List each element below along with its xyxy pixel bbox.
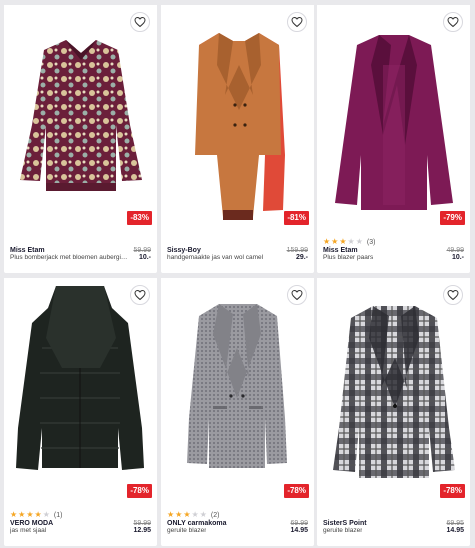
favorite-button[interactable]	[287, 12, 307, 32]
product-description: handgemaakte jas van wol camel	[167, 254, 264, 261]
product-info[interactable]: Sissy-Boy 159.99 handgemaakte jas van wo…	[161, 237, 314, 273]
old-price: 69.99	[290, 520, 308, 527]
brand-name: VERO MODA	[10, 520, 54, 527]
sale-price: 14.95	[290, 527, 308, 534]
product-description: geruite blazer	[323, 527, 363, 534]
product-card[interactable]: -83% Miss Etam 59.99 Plus bomberjack met…	[4, 5, 157, 273]
product-info[interactable]: ★ ★ ★ ★ ★ (3) Miss Etam 49.99 Plus blazer paa…	[317, 237, 470, 273]
product-card[interactable]: -78% ★ ★ ★ ★ ★ (2) ONLY carmakoma 69.99 gerui…	[161, 278, 314, 546]
heart-icon	[447, 16, 459, 28]
old-price: 59.99	[133, 520, 151, 527]
product-image[interactable]	[317, 5, 470, 233]
review-count: (1)	[53, 511, 63, 519]
star-icon: ★	[18, 510, 26, 519]
discount-badge: -78%	[127, 484, 152, 498]
star-icon: ★	[175, 510, 183, 519]
heart-icon	[447, 289, 459, 301]
sale-price: 14.95	[446, 527, 464, 534]
discount-badge: -78%	[440, 484, 465, 498]
favorite-button[interactable]	[443, 285, 463, 305]
star-icon: ★	[339, 237, 347, 246]
rating	[323, 510, 464, 520]
product-description: geruite blazer	[167, 527, 207, 534]
star-icon: ★	[323, 237, 331, 246]
rating	[167, 237, 308, 247]
star-icon: ★	[42, 510, 50, 519]
brand-name: ONLY carmakoma	[167, 520, 227, 527]
old-price: 59.99	[133, 247, 151, 254]
sale-price: 10.-	[451, 254, 464, 261]
sale-price: 29.-	[295, 254, 308, 261]
favorite-button[interactable]	[287, 285, 307, 305]
discount-badge: -79%	[440, 211, 465, 225]
review-count: (3)	[366, 238, 376, 246]
sale-price: 10.-	[138, 254, 151, 261]
product-card[interactable]: -79% ★ ★ ★ ★ ★ (3) Miss Etam 49.99 Plus blaze…	[317, 5, 470, 273]
discount-badge: -83%	[127, 211, 152, 225]
product-description: jas met sjaal	[10, 527, 47, 534]
star-icon: ★	[167, 510, 175, 519]
product-card[interactable]: -81% Sissy-Boy 159.99 handgemaakte jas v…	[161, 5, 314, 273]
star-icon: ★	[183, 510, 191, 519]
favorite-button[interactable]	[130, 285, 150, 305]
product-image[interactable]	[4, 278, 157, 506]
star-icon: ★	[34, 510, 42, 519]
star-icon: ★	[26, 510, 34, 519]
rating	[10, 237, 151, 247]
heart-icon	[134, 289, 146, 301]
product-info[interactable]: Miss Etam 59.99 Plus bomberjack met bloe…	[4, 237, 157, 273]
product-description: Plus blazer paars	[323, 254, 374, 261]
product-grid: -83% Miss Etam 59.99 Plus bomberjack met…	[0, 0, 475, 548]
rating: ★ ★ ★ ★ ★ (1)	[10, 510, 151, 520]
brand-name: SisterS Point	[323, 520, 367, 527]
old-price: 159.99	[286, 247, 308, 254]
product-image[interactable]	[317, 278, 470, 506]
old-price: 69.95	[446, 520, 464, 527]
rating: ★ ★ ★ ★ ★ (2)	[167, 510, 308, 520]
star-icon: ★	[191, 510, 199, 519]
heart-icon	[291, 289, 303, 301]
star-icon: ★	[355, 237, 363, 246]
star-icon: ★	[331, 237, 339, 246]
discount-badge: -81%	[284, 211, 309, 225]
product-image[interactable]	[161, 5, 314, 233]
product-card[interactable]: -78% SisterS Point 69.95 geruite blazer …	[317, 278, 470, 546]
product-image[interactable]	[161, 278, 314, 506]
sale-price: 12.95	[133, 527, 151, 534]
product-info[interactable]: ★ ★ ★ ★ ★ (2) ONLY carmakoma 69.99 geruite bl…	[161, 510, 314, 546]
old-price: 49.99	[446, 247, 464, 254]
rating: ★ ★ ★ ★ ★ (3)	[323, 237, 464, 247]
brand-name: Miss Etam	[10, 247, 45, 254]
brand-name: Sissy-Boy	[167, 247, 201, 254]
star-icon: ★	[199, 510, 207, 519]
favorite-button[interactable]	[443, 12, 463, 32]
star-icon: ★	[10, 510, 18, 519]
heart-icon	[134, 16, 146, 28]
star-icon: ★	[347, 237, 355, 246]
product-image[interactable]	[4, 5, 157, 233]
brand-name: Miss Etam	[323, 247, 358, 254]
discount-badge: -78%	[284, 484, 309, 498]
heart-icon	[291, 16, 303, 28]
product-description: Plus bomberjack met bloemen aubergine	[10, 254, 128, 261]
product-info[interactable]: SisterS Point 69.95 geruite blazer 14.95	[317, 510, 470, 546]
product-card[interactable]: -78% ★ ★ ★ ★ ★ (1) VERO MODA 59.99 jas met sj…	[4, 278, 157, 546]
favorite-button[interactable]	[130, 12, 150, 32]
product-info[interactable]: ★ ★ ★ ★ ★ (1) VERO MODA 59.99 jas met sjaal 1…	[4, 510, 157, 546]
review-count: (2)	[210, 511, 220, 519]
